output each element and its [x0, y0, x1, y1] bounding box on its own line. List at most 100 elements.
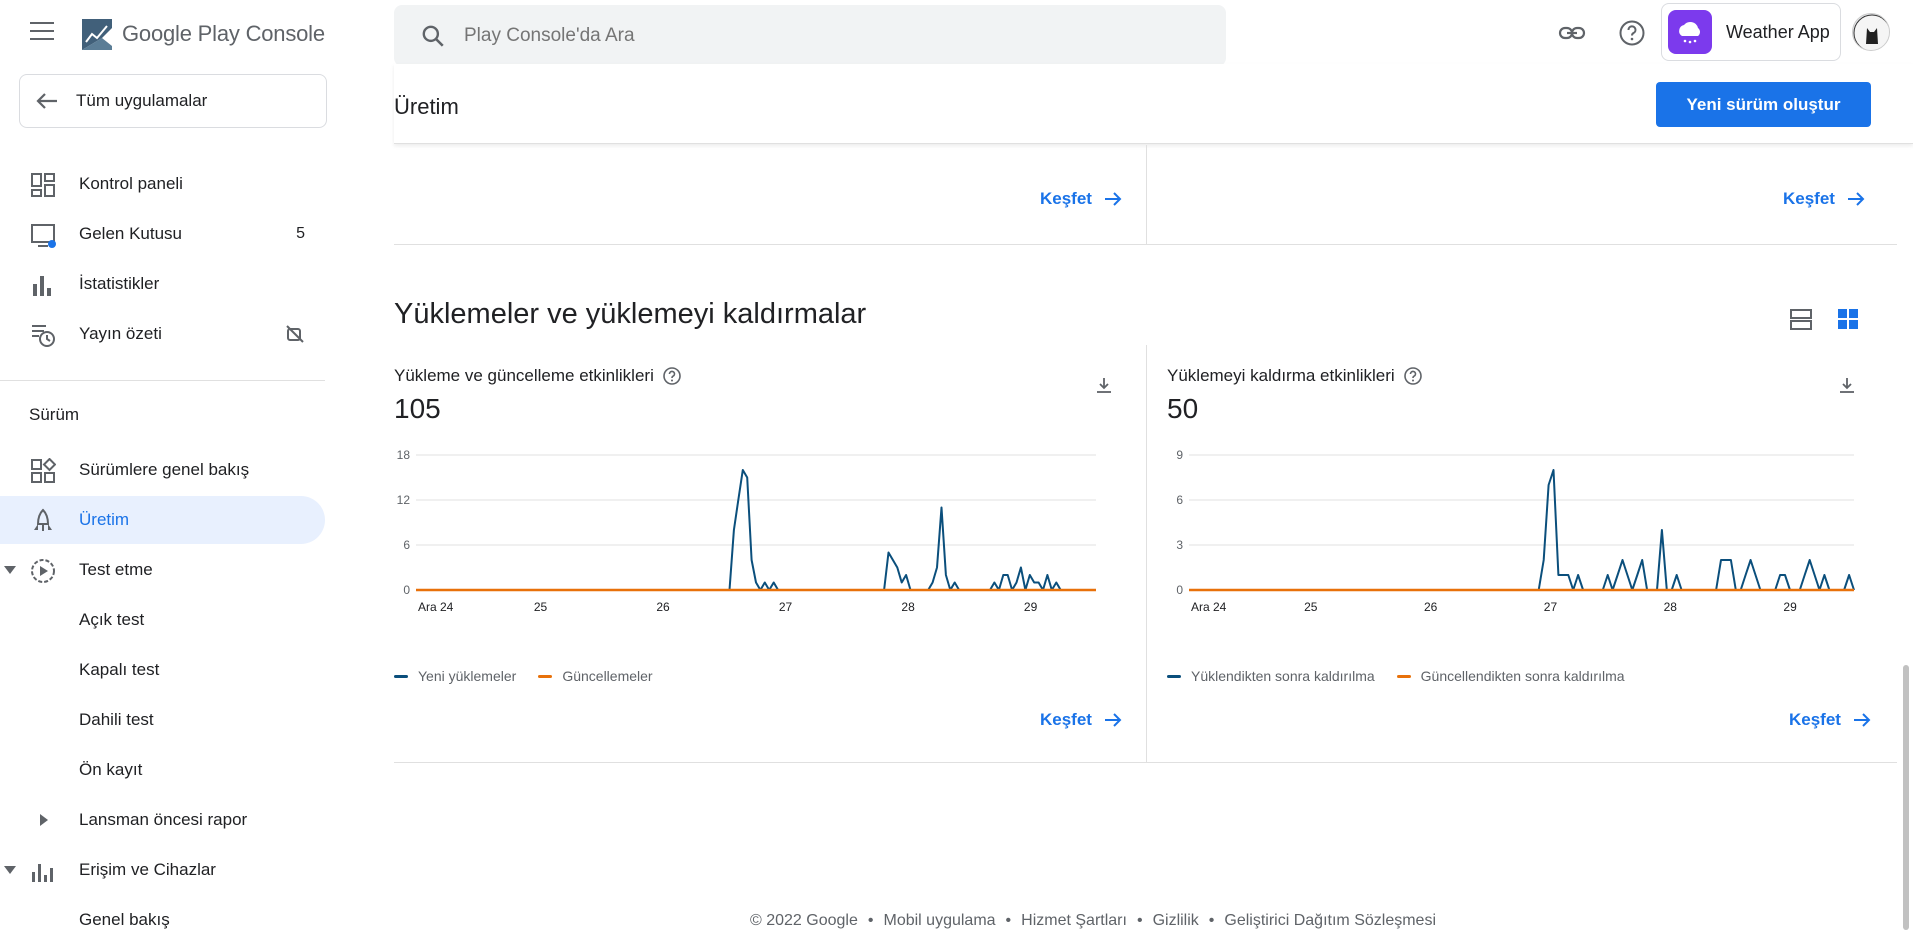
link-icon[interactable] — [1557, 18, 1587, 48]
inbox-icon — [31, 224, 56, 248]
sidebar-item-label: Test etme — [79, 560, 153, 579]
footer-link[interactable]: Geliştirici Dağıtım Sözleşmesi — [1224, 912, 1436, 930]
help-icon[interactable] — [1617, 18, 1647, 48]
card-title: Yükleme ve güncelleme etkinlikleri — [394, 366, 682, 386]
app-name: Weather App — [1726, 21, 1830, 42]
x-tick-label: 28 — [1664, 600, 1678, 614]
footer-link[interactable]: Mobil uygulama — [883, 912, 995, 930]
arrow-forward-icon — [1104, 713, 1122, 727]
arrow-forward-icon — [1853, 713, 1871, 727]
app-selector[interactable]: Weather App — [1661, 3, 1841, 61]
legend-item: Yüklendikten sonra kaldırılma — [1167, 668, 1375, 684]
footer-link[interactable]: Hizmet Şartları — [1021, 912, 1127, 930]
x-tick-label: 29 — [1024, 600, 1038, 614]
series-line — [1189, 469, 1855, 591]
sidebar-divider — [0, 380, 325, 381]
footer-link[interactable]: Gizlilik — [1153, 912, 1199, 930]
caret-down-icon[interactable] — [4, 866, 16, 874]
sidebar-item-pre-registration[interactable]: Ön kayıt — [0, 746, 325, 794]
caret-right-icon[interactable] — [40, 814, 48, 826]
search-icon — [422, 25, 444, 47]
sidebar-item-internal-testing[interactable]: Dahili test — [0, 696, 325, 744]
scrollbar[interactable] — [1903, 665, 1909, 930]
section-title: Yüklemeler ve yüklemeyi kaldırmalar — [394, 298, 867, 330]
x-tick-label: Ara 24 — [1191, 600, 1227, 614]
uninstall-events-card: Yüklemeyi kaldırma etkinlikleri 50 0 3 6 9 A… — [1167, 345, 1913, 760]
x-tick-label: 28 — [901, 600, 915, 614]
explore-link[interactable]: Keşfet — [1783, 189, 1865, 209]
x-tick-label: 27 — [779, 600, 793, 614]
sidebar-item-label: Lansman öncesi rapor — [79, 810, 248, 829]
card-title: Yüklemeyi kaldırma etkinlikleri — [1167, 366, 1423, 386]
sidebar-item-publishing-overview[interactable]: Yayın özeti — [0, 310, 325, 358]
search-bar[interactable] — [394, 5, 1226, 66]
sidebar-item-releases-overview[interactable]: Sürümlere genel bakış — [0, 446, 325, 494]
list-view-icon[interactable] — [1789, 307, 1813, 331]
x-tick-label: 26 — [656, 600, 670, 614]
sidebar-item-pre-launch-report[interactable]: Lansman öncesi rapor — [0, 796, 325, 844]
play-console-logo-icon — [82, 19, 112, 50]
search-input[interactable] — [464, 24, 1164, 47]
release-section-title: Sürüm — [29, 405, 80, 424]
all-apps-button[interactable]: Tüm uygulamalar — [19, 74, 327, 128]
download-icon[interactable] — [1837, 375, 1857, 395]
x-tick-label: 25 — [534, 600, 548, 614]
reach-devices-icon — [32, 864, 53, 882]
production-icon — [34, 508, 52, 531]
sidebar-item-dashboard[interactable]: Kontrol paneli — [0, 160, 325, 208]
x-tick-label: 29 — [1783, 600, 1797, 614]
x-tick-label: 25 — [1304, 600, 1318, 614]
footer-copyright: © 2022 Google — [750, 912, 858, 929]
sidebar-item-general-overview[interactable]: Genel bakış — [0, 896, 325, 944]
arrow-forward-icon — [1104, 192, 1122, 206]
sync-off-icon[interactable] — [285, 324, 305, 344]
sidebar-item-label: Sürümlere genel bakış — [79, 460, 250, 479]
grid-view-icon[interactable] — [1836, 307, 1860, 331]
menu-icon[interactable] — [30, 22, 54, 42]
top-bar: Google Play Console Weather App — [0, 0, 1913, 66]
bar-chart-icon — [33, 276, 51, 296]
sidebar-item-production[interactable]: Üretim — [0, 496, 325, 544]
download-icon[interactable] — [1094, 375, 1114, 395]
sidebar-item-closed-testing[interactable]: Kapalı test — [0, 646, 325, 694]
legend-item: Güncellemeler — [538, 668, 653, 684]
caret-down-icon[interactable] — [4, 566, 16, 574]
section-bottom-divider — [394, 762, 1897, 763]
arrow-back-icon — [36, 93, 57, 109]
explore-link[interactable]: Keşfet — [1040, 189, 1122, 209]
play-console-logo[interactable]: Google Play Console — [80, 16, 325, 52]
card-value: 105 — [394, 393, 441, 424]
sidebar-item-statistics[interactable]: İstatistikler — [0, 260, 325, 308]
help-icon[interactable] — [1403, 366, 1423, 386]
account-avatar[interactable] — [1852, 13, 1890, 51]
chart-legend: Yüklendikten sonra kaldırılma Güncellend… — [1167, 668, 1647, 684]
legend-item: Güncellendikten sonra kaldırılma — [1396, 668, 1625, 684]
create-new-release-button[interactable]: Yeni sürüm oluştur — [1656, 82, 1871, 127]
sidebar: Tüm uygulamalar Kontrol paneli Gelen Kut… — [0, 64, 328, 930]
sidebar-item-testing[interactable]: Test etme — [0, 546, 325, 594]
install-events-card: Yükleme ve güncelleme etkinlikleri 105 0… — [394, 345, 1154, 760]
testing-icon — [31, 559, 55, 583]
explore-link[interactable]: Keşfet — [1040, 710, 1122, 730]
page-header: Üretim Yeni sürüm oluştur — [394, 64, 1913, 144]
sidebar-item-label: Ön kayıt — [79, 760, 143, 779]
sidebar-item-inbox[interactable]: Gelen Kutusu 5 — [0, 210, 325, 258]
arrow-forward-icon — [1847, 192, 1865, 206]
x-tick-label: 26 — [1424, 600, 1438, 614]
install-events-chart: 0 6 12 18 Ara 24 25 26 27 28 29 — [397, 448, 1096, 614]
sidebar-item-reach-and-devices[interactable]: Erişim ve Cihazlar — [0, 846, 325, 894]
y-tick-label: 18 — [397, 448, 411, 462]
y-tick-label: 3 — [1176, 538, 1183, 552]
help-icon[interactable] — [662, 366, 682, 386]
sidebar-item-open-testing[interactable]: Açık test — [0, 596, 325, 644]
sidebar-item-label: Üretim — [79, 510, 130, 529]
y-tick-label: 9 — [1176, 448, 1183, 462]
sidebar-item-label: Dahili test — [79, 710, 154, 729]
y-tick-label: 12 — [397, 493, 411, 507]
logo-text: Google Play Console — [122, 21, 325, 46]
uninstall-events-chart: 0 3 6 9 Ara 24 25 26 27 28 29 — [1176, 448, 1855, 614]
dashboard-icon — [31, 173, 55, 197]
weather-app-icon — [1668, 10, 1712, 54]
y-tick-label: 0 — [1176, 583, 1183, 597]
explore-link[interactable]: Keşfet — [1789, 710, 1871, 730]
